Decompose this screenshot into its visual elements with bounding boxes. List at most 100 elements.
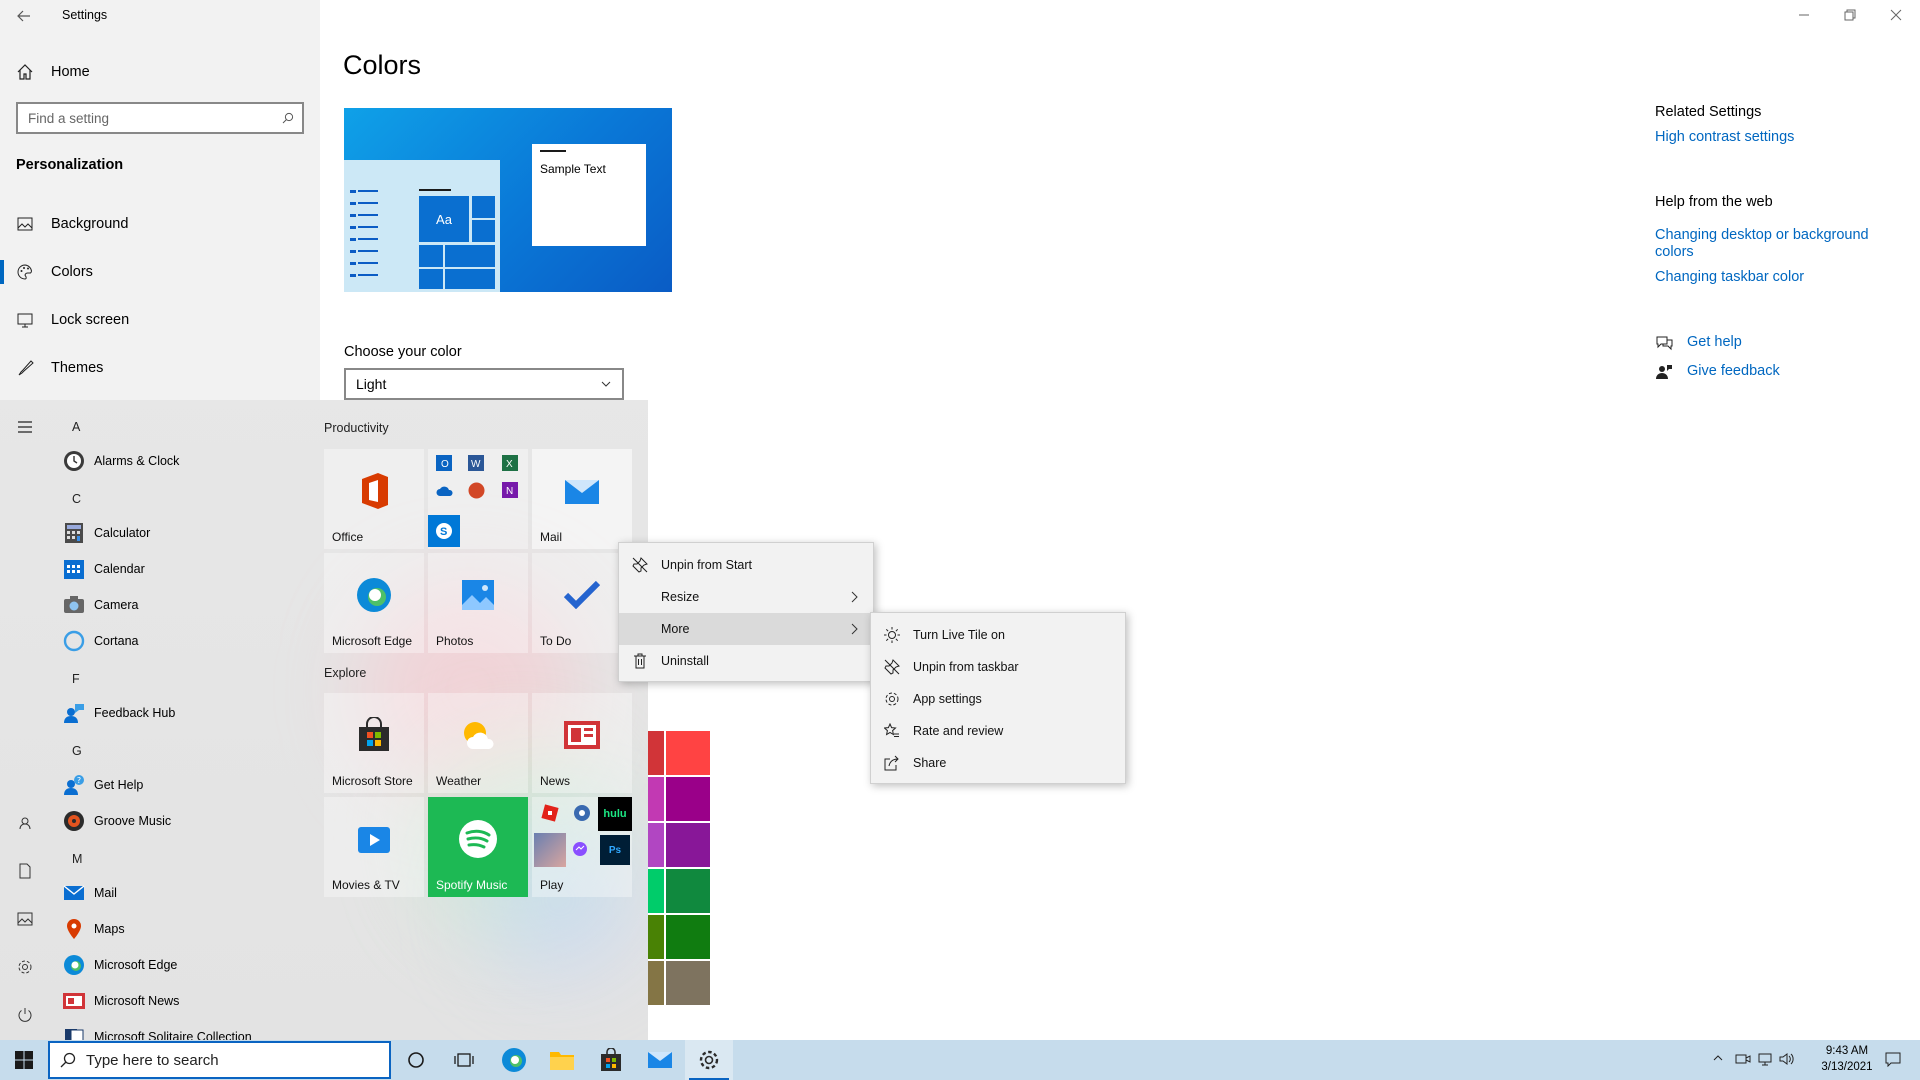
tile-office-apps-folder[interactable]: O W X N S	[428, 449, 528, 549]
tile-office[interactable]: Office	[324, 449, 424, 549]
camera-icon	[62, 593, 86, 617]
taskbar-clock[interactable]: 9:43 AM 3/13/2021	[1812, 1043, 1882, 1075]
movies-icon	[356, 823, 392, 855]
app-groove-music[interactable]: Groove Music	[62, 803, 171, 839]
color-swatch[interactable]	[666, 961, 710, 1005]
help-link-taskbar-color[interactable]: Changing taskbar color	[1655, 269, 1804, 285]
app-microsoft-edge[interactable]: Microsoft Edge	[62, 947, 177, 983]
letter-header[interactable]: C	[72, 492, 81, 506]
app-cortana[interactable]: Cortana	[62, 623, 138, 659]
color-swatch[interactable]	[666, 731, 710, 775]
give-feedback-link[interactable]: Give feedback	[1687, 363, 1780, 379]
app-label: Feedback Hub	[94, 706, 176, 720]
windows-start-button[interactable]	[0, 1040, 48, 1080]
letter-header[interactable]: M	[72, 852, 82, 866]
settings-gear-icon[interactable]	[14, 956, 36, 978]
star-icon	[883, 722, 901, 740]
color-swatch[interactable]	[648, 869, 664, 913]
tile-microsoft-store[interactable]: Microsoft Store	[324, 693, 424, 793]
menu-item-turn-live-tile-on[interactable]: Turn Live Tile on	[871, 619, 1125, 651]
menu-item-share[interactable]: Share	[871, 747, 1125, 779]
tile-label: Photos	[436, 634, 474, 648]
pictures-icon[interactable]	[14, 908, 36, 930]
nav-lock-screen[interactable]: Lock screen	[0, 298, 320, 342]
blank-icon	[631, 588, 649, 606]
menu-item-rate-and-review[interactable]: Rate and review	[871, 715, 1125, 747]
back-button[interactable]	[16, 8, 32, 24]
chevron-up-icon[interactable]	[1712, 1052, 1724, 1064]
hamburger-icon[interactable]	[14, 416, 36, 438]
close-button[interactable]	[1889, 8, 1903, 22]
menu-item-app-settings[interactable]: App settings	[871, 683, 1125, 715]
tile-movies-tv[interactable]: Movies & TV	[324, 797, 424, 897]
store-icon	[356, 717, 392, 753]
app-get-help[interactable]: ? Get Help	[62, 767, 143, 803]
network-icon[interactable]	[1757, 1051, 1773, 1067]
choose-color-dropdown[interactable]: Light	[344, 368, 624, 400]
restore-button[interactable]	[1843, 8, 1857, 22]
app-camera[interactable]: Camera	[62, 587, 138, 623]
menu-item-more[interactable]: More	[619, 613, 873, 645]
volume-icon[interactable]	[1779, 1051, 1795, 1067]
music-icon	[62, 809, 86, 833]
nav-colors[interactable]: Colors	[0, 250, 320, 294]
app-calendar[interactable]: Calendar	[62, 551, 145, 587]
tile-mail[interactable]: Mail	[532, 449, 632, 549]
app-alarms-clock[interactable]: Alarms & Clock	[62, 443, 179, 479]
color-swatch[interactable]	[648, 731, 664, 775]
taskbar-file-explorer[interactable]	[538, 1040, 586, 1080]
letter-header[interactable]: F	[72, 672, 80, 686]
app-microsoft-news[interactable]: Microsoft News	[62, 983, 179, 1019]
notification-icon[interactable]	[1885, 1051, 1901, 1067]
user-icon[interactable]	[14, 812, 36, 834]
nav-background[interactable]: Background	[0, 202, 320, 246]
minimize-button[interactable]	[1797, 8, 1811, 22]
taskbar-edge[interactable]	[490, 1040, 538, 1080]
meet-now-icon[interactable]	[1735, 1051, 1751, 1067]
taskbar-store[interactable]	[587, 1040, 635, 1080]
find-setting-input[interactable]: Find a setting	[16, 102, 304, 134]
tile-to-do[interactable]: To Do	[532, 553, 632, 653]
taskbar-mail[interactable]	[636, 1040, 684, 1080]
color-swatch[interactable]	[666, 915, 710, 959]
letter-header[interactable]: A	[72, 420, 80, 434]
menu-item-unpin-from-start[interactable]: Unpin from Start	[619, 549, 873, 581]
tile-spotify-music[interactable]: Spotify Music	[428, 797, 528, 897]
taskbar-search-box[interactable]: Type here to search	[48, 1041, 391, 1079]
edge-icon	[501, 1047, 527, 1073]
menu-item-unpin-from-taskbar[interactable]: Unpin from taskbar	[871, 651, 1125, 683]
menu-item-label: Turn Live Tile on	[913, 628, 1005, 642]
color-swatch[interactable]	[648, 961, 664, 1005]
power-icon[interactable]	[14, 1004, 36, 1026]
app-feedback-hub[interactable]: Feedback Hub	[62, 695, 175, 731]
app-microsoft-solitaire[interactable]: Microsoft Solitaire Collection	[62, 1019, 252, 1040]
document-icon[interactable]	[14, 860, 36, 882]
color-swatch[interactable]	[648, 777, 664, 821]
color-swatch[interactable]	[666, 777, 710, 821]
letter-header[interactable]: G	[72, 744, 82, 758]
tile-play-folder[interactable]: hulu Ps Play	[532, 797, 632, 897]
high-contrast-link[interactable]: High contrast settings	[1655, 129, 1794, 145]
nav-themes[interactable]: Themes	[0, 346, 320, 390]
get-help-link[interactable]: Get help	[1687, 334, 1742, 350]
color-swatch[interactable]	[648, 823, 664, 867]
solitaire-icon	[62, 1025, 86, 1040]
taskbar-settings[interactable]	[685, 1040, 733, 1080]
tile-photos[interactable]: Photos	[428, 553, 528, 653]
tile-news[interactable]: News	[532, 693, 632, 793]
help-link-desktop-colors[interactable]: Changing desktop or background colors	[1655, 227, 1885, 261]
color-swatch[interactable]	[666, 823, 710, 867]
tile-microsoft-edge[interactable]: Microsoft Edge	[324, 553, 424, 653]
nav-home[interactable]: Home	[0, 50, 320, 94]
app-maps[interactable]: Maps	[62, 911, 125, 947]
tile-weather[interactable]: Weather	[428, 693, 528, 793]
app-calculator[interactable]: Calculator	[62, 515, 150, 551]
app-mail[interactable]: Mail	[62, 875, 117, 911]
svg-text:W: W	[471, 459, 481, 470]
color-swatch[interactable]	[648, 915, 664, 959]
task-view-button[interactable]	[440, 1040, 488, 1080]
menu-item-resize[interactable]: Resize	[619, 581, 873, 613]
cortana-button[interactable]	[392, 1040, 440, 1080]
color-swatch[interactable]	[666, 869, 710, 913]
menu-item-uninstall[interactable]: Uninstall	[619, 645, 873, 677]
